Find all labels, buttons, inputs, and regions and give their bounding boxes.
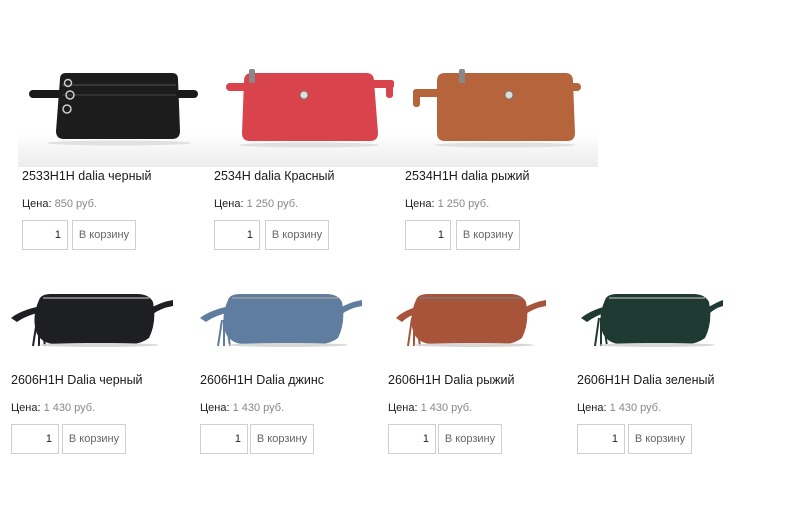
product-price: Цена: 1 430 руб. <box>577 402 661 414</box>
product-card: 2533H1H dalia черный Цена: 850 руб. В ко… <box>22 55 202 250</box>
bag-body <box>411 294 528 344</box>
product-name[interactable]: 2533H1H dalia черный <box>22 169 151 183</box>
product-price: Цена: 850 руб. <box>22 198 97 210</box>
price-value: 1 250 руб. <box>246 198 299 210</box>
product-image[interactable] <box>577 288 757 348</box>
quantity-input[interactable] <box>11 424 59 454</box>
product-image[interactable] <box>200 288 380 348</box>
price-label: Цена: <box>214 198 244 210</box>
quantity-input[interactable] <box>214 220 260 250</box>
product-image[interactable] <box>22 55 202 155</box>
product-card: 2606H1H Dalia зеленый Цена: 1 430 руб. В… <box>577 288 757 454</box>
price-label: Цена: <box>11 402 41 414</box>
bag-body <box>56 73 180 139</box>
add-to-cart-button[interactable]: В корзину <box>250 424 314 454</box>
bag-body <box>437 73 575 141</box>
price-value: 1 430 руб. <box>609 402 662 414</box>
price-label: Цена: <box>388 402 418 414</box>
add-to-cart-button[interactable]: В корзину <box>438 424 502 454</box>
product-card: 2534H dalia Красный Цена: 1 250 руб. В к… <box>214 55 394 250</box>
price-value: 1 430 руб. <box>232 402 285 414</box>
price-value: 1 250 руб. <box>437 198 490 210</box>
quantity-input[interactable] <box>200 424 248 454</box>
quantity-input[interactable] <box>22 220 68 250</box>
product-name[interactable]: 2534H1H dalia рыжий <box>405 169 529 183</box>
price-value: 1 430 руб. <box>420 402 473 414</box>
price-value: 1 430 руб. <box>43 402 96 414</box>
product-name[interactable]: 2606H1H Dalia рыжий <box>388 373 515 387</box>
product-price: Цена: 1 430 руб. <box>388 402 472 414</box>
product-price: Цена: 1 250 руб. <box>405 198 489 210</box>
product-name[interactable]: 2606H1H Dalia джинс <box>200 373 324 387</box>
product-card: 2606H1H Dalia рыжий Цена: 1 430 руб. В к… <box>388 288 568 454</box>
quantity-input[interactable] <box>405 220 451 250</box>
product-price: Цена: 1 250 руб. <box>214 198 298 210</box>
product-image[interactable] <box>11 288 191 348</box>
add-to-cart-button[interactable]: В корзину <box>628 424 692 454</box>
add-to-cart-button[interactable]: В корзину <box>456 220 520 250</box>
price-label: Цена: <box>200 402 230 414</box>
price-label: Цена: <box>405 198 435 210</box>
product-card: 2606H1H Dalia джинс Цена: 1 430 руб. В к… <box>200 288 380 454</box>
product-card: 2606H1H Dalia черный Цена: 1 430 руб. В … <box>11 288 191 454</box>
product-name[interactable]: 2606H1H Dalia черный <box>11 373 143 387</box>
quantity-input[interactable] <box>577 424 625 454</box>
price-label: Цена: <box>577 402 607 414</box>
product-card: 2534H1H dalia рыжий Цена: 1 250 руб. В к… <box>405 55 585 250</box>
product-image[interactable] <box>388 288 568 348</box>
bag-body <box>600 294 711 344</box>
product-price: Цена: 1 430 руб. <box>200 402 284 414</box>
price-label: Цена: <box>22 198 52 210</box>
bag-body <box>242 73 378 141</box>
bag-body <box>223 294 344 344</box>
product-name[interactable]: 2606H1H Dalia зеленый <box>577 373 715 387</box>
quantity-input[interactable] <box>388 424 436 454</box>
price-value: 850 руб. <box>54 198 97 210</box>
product-image[interactable] <box>214 55 394 155</box>
product-price: Цена: 1 430 руб. <box>11 402 95 414</box>
product-image[interactable] <box>405 55 585 155</box>
add-to-cart-button[interactable]: В корзину <box>265 220 329 250</box>
add-to-cart-button[interactable]: В корзину <box>62 424 126 454</box>
add-to-cart-button[interactable]: В корзину <box>72 220 136 250</box>
bag-body <box>34 294 155 344</box>
product-name[interactable]: 2534H dalia Красный <box>214 169 335 183</box>
